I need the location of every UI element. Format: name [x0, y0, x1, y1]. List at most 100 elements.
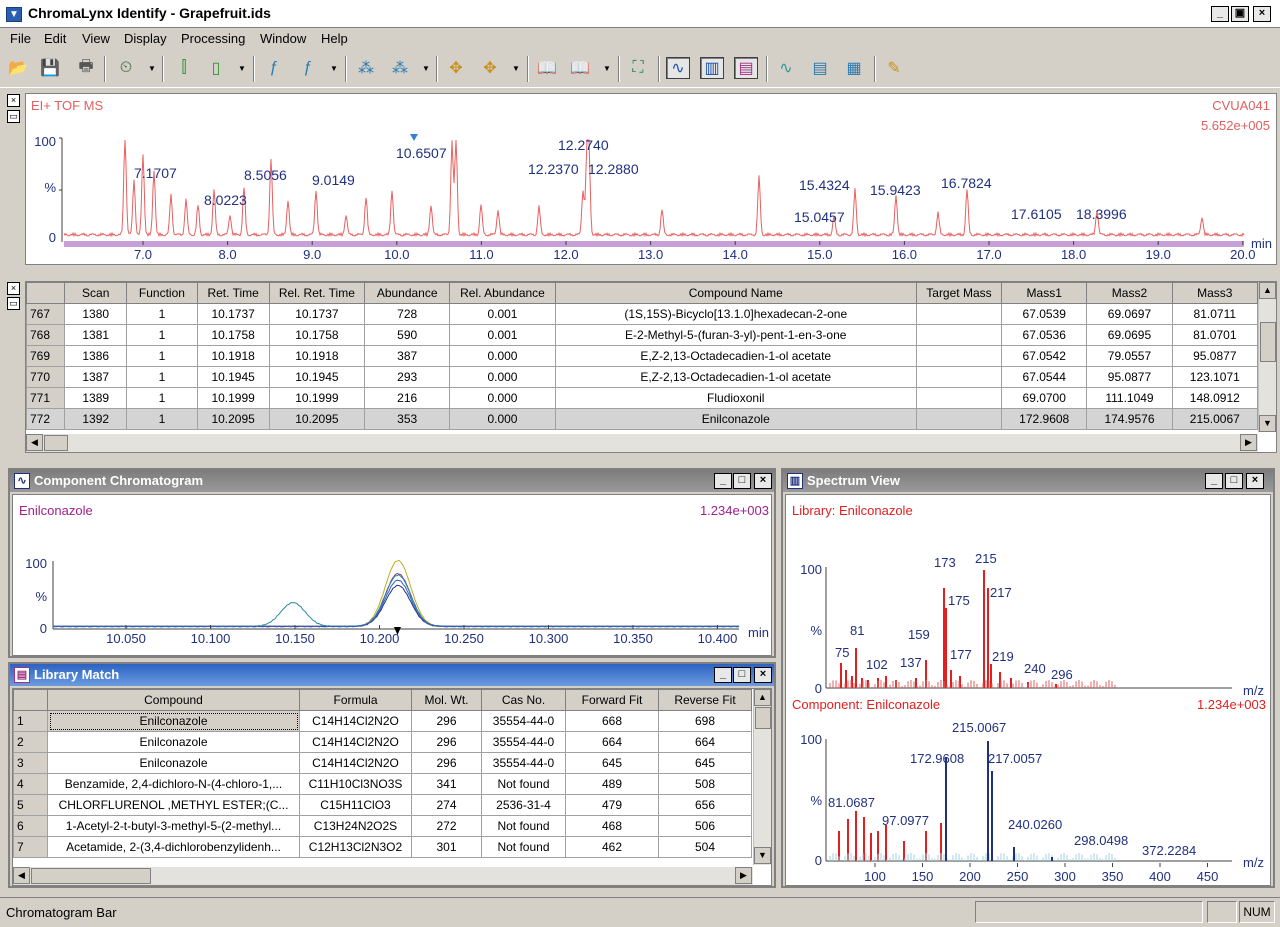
peak-window-icon[interactable]: ⫿: [172, 57, 196, 79]
dropdown-arrow-icon[interactable]: ▼: [330, 64, 338, 73]
table-row[interactable]: 770 1387 1 10.1945 10.1945 293 0.000 E,Z-2,13-O…: [26, 366, 1259, 388]
scroll-right-icon[interactable]: ▶: [735, 867, 752, 884]
menu-window[interactable]: Window: [260, 31, 306, 46]
pane-restore-icon[interactable]: ▭: [7, 110, 20, 123]
close-button[interactable]: ×: [754, 667, 772, 683]
target-icon[interactable]: ✥: [444, 57, 468, 79]
menu-processing[interactable]: Processing: [181, 31, 245, 46]
minimize-button[interactable]: _: [714, 473, 732, 489]
close-button[interactable]: ×: [754, 473, 772, 489]
minimize-button[interactable]: _: [1205, 473, 1223, 489]
list-item[interactable]: 4 Benzamide, 2,4-dichloro-N-(4-chloro-1,.…: [13, 773, 752, 795]
tic-chart-area[interactable]: EI+ TOF MS CVUA041 5.652e+005 100 % 0 7.…: [25, 93, 1277, 265]
table-row[interactable]: 769 1386 1 10.1918 10.1918 387 0.000 E,Z-2,13-O…: [26, 345, 1259, 367]
maximize-button[interactable]: □: [733, 473, 751, 489]
scroll-thumb[interactable]: [44, 435, 68, 451]
list-icon[interactable]: ▤: [808, 57, 832, 79]
library-match-titlebar[interactable]: ▤ Library Match _ □ ×: [10, 664, 774, 686]
app-icon[interactable]: ▼: [6, 7, 22, 22]
close-button[interactable]: ×: [1246, 473, 1264, 489]
pane-close-icon[interactable]: ×: [7, 282, 20, 295]
column-header[interactable]: Rel. Abundance: [449, 282, 556, 304]
column-header[interactable]: Ret. Time: [196, 282, 270, 304]
column-header[interactable]: Abundance: [364, 282, 451, 304]
scroll-thumb[interactable]: [1260, 322, 1276, 362]
column-header[interactable]: Mass1: [1001, 282, 1088, 304]
list-item[interactable]: 5 CHLORFLURENOL ,METHYL ESTER;(C... C15H1…: [13, 794, 752, 816]
molecule-icon[interactable]: ⁂: [354, 57, 378, 79]
maximize-button[interactable]: □: [1225, 473, 1243, 489]
scroll-thumb[interactable]: [755, 707, 771, 729]
list-item[interactable]: 1 Enilconazole C14H14Cl2N2O 296 35554-44-0 66…: [13, 710, 752, 732]
spectrum-plot[interactable]: Library: Enilconazole 100 % 0 75 81 102 …: [785, 494, 1271, 886]
scroll-down-icon[interactable]: ▼: [754, 847, 771, 864]
results-hscroll[interactable]: ◀ ▶: [26, 434, 1258, 452]
dropdown-arrow-icon[interactable]: ▼: [148, 64, 156, 73]
target2-icon[interactable]: ✥: [478, 57, 502, 79]
scroll-down-icon[interactable]: ▼: [1259, 415, 1276, 432]
print-icon[interactable]: 🖶: [74, 57, 98, 79]
column-header[interactable]: Cas No.: [481, 689, 566, 711]
column-header[interactable]: Formula: [299, 689, 412, 711]
function2-icon[interactable]: ƒ: [296, 57, 320, 79]
table-row[interactable]: 768 1381 1 10.1758 10.1758 590 0.001 E-2-Methyl…: [26, 324, 1259, 346]
table-icon[interactable]: ▦: [842, 57, 866, 79]
column-header[interactable]: Compound Name: [554, 282, 917, 304]
scroll-thumb[interactable]: [31, 868, 151, 884]
report-icon[interactable]: ✎: [882, 57, 906, 79]
column-header[interactable]: Compound: [47, 689, 300, 711]
library-view-icon[interactable]: ▤: [734, 57, 758, 79]
spectrum-view-icon[interactable]: ▥: [700, 57, 724, 79]
column-header[interactable]: Reverse Fit: [658, 689, 752, 711]
table-row[interactable]: 771 1389 1 10.1999 10.1999 216 0.000 Fludioxoni…: [26, 387, 1259, 409]
restore-button[interactable]: ▣: [1231, 6, 1249, 22]
scroll-right-icon[interactable]: ▶: [1240, 434, 1257, 451]
list-item[interactable]: 6 1-Acetyl-2-t-butyl-3-methyl-5-(2-methyl…: [13, 815, 752, 837]
column-header[interactable]: Mol. Wt.: [411, 689, 482, 711]
library-book2-icon[interactable]: 📖: [568, 57, 592, 79]
dropdown-arrow-icon[interactable]: ▼: [512, 64, 520, 73]
menu-help[interactable]: Help: [321, 31, 348, 46]
fit-window-icon[interactable]: ⛶: [626, 57, 650, 79]
menu-edit[interactable]: Edit: [44, 31, 66, 46]
list-item[interactable]: 3 Enilconazole C14H14Cl2N2O 296 35554-44-0 64…: [13, 752, 752, 774]
scroll-left-icon[interactable]: ◀: [26, 434, 43, 451]
minimize-button[interactable]: _: [714, 667, 732, 683]
chromatogram-view-icon[interactable]: ∿: [666, 57, 690, 79]
scroll-up-icon[interactable]: ▲: [754, 689, 771, 706]
menu-display[interactable]: Display: [124, 31, 167, 46]
spectrum-view-titlebar[interactable]: ▥ Spectrum View _ □ ×: [783, 470, 1273, 492]
close-button[interactable]: ×: [1253, 6, 1271, 22]
pane-restore-icon[interactable]: ▭: [7, 297, 20, 310]
column-header[interactable]: Mass2: [1086, 282, 1173, 304]
column-header[interactable]: Scan: [64, 282, 128, 304]
component-chromatogram-plot[interactable]: Enilconazole 1.234e+003 100 % 0 10.050 10…: [12, 494, 772, 656]
menu-view[interactable]: View: [82, 31, 110, 46]
function-icon[interactable]: ƒ: [262, 57, 286, 79]
dropdown-arrow-icon[interactable]: ▼: [238, 64, 246, 73]
column-header[interactable]: Target Mass: [915, 282, 1003, 304]
process-clock-icon[interactable]: ⏲: [114, 57, 138, 79]
menu-file[interactable]: File: [10, 31, 31, 46]
table-row[interactable]: 767 1380 1 10.1737 10.1737 728 0.001 (1S,15S)-B…: [26, 303, 1259, 325]
component-chromatogram-titlebar[interactable]: ∿ Component Chromatogram _ □ ×: [10, 470, 774, 492]
column-header[interactable]: Rel. Ret. Time: [268, 282, 366, 304]
list-item[interactable]: 2 Enilconazole C14H14Cl2N2O 296 35554-44-0 66…: [13, 731, 752, 753]
open-folder-icon[interactable]: 📂: [6, 57, 30, 79]
maximize-button[interactable]: □: [733, 667, 751, 683]
save-icon[interactable]: 💾: [38, 57, 62, 79]
scroll-left-icon[interactable]: ◀: [13, 867, 30, 884]
peak-window2-icon[interactable]: ▯: [204, 57, 228, 79]
pane-close-icon[interactable]: ×: [7, 94, 20, 107]
column-header[interactable]: Function: [126, 282, 198, 304]
results-vscroll[interactable]: ▲ ▼: [1258, 282, 1276, 432]
library-book-icon[interactable]: 📖: [535, 57, 559, 79]
dropdown-arrow-icon[interactable]: ▼: [603, 64, 611, 73]
molecule2-icon[interactable]: ⁂: [388, 57, 412, 79]
library-vscroll[interactable]: ▲ ▼: [753, 689, 771, 865]
library-hscroll[interactable]: ◀ ▶: [13, 867, 753, 885]
chrom-list-icon[interactable]: ∿: [774, 57, 798, 79]
minimize-button[interactable]: _: [1211, 6, 1229, 22]
table-row[interactable]: 772 1392 1 10.2095 10.2095 353 0.000 Enilconazo…: [26, 408, 1259, 430]
dropdown-arrow-icon[interactable]: ▼: [422, 64, 430, 73]
